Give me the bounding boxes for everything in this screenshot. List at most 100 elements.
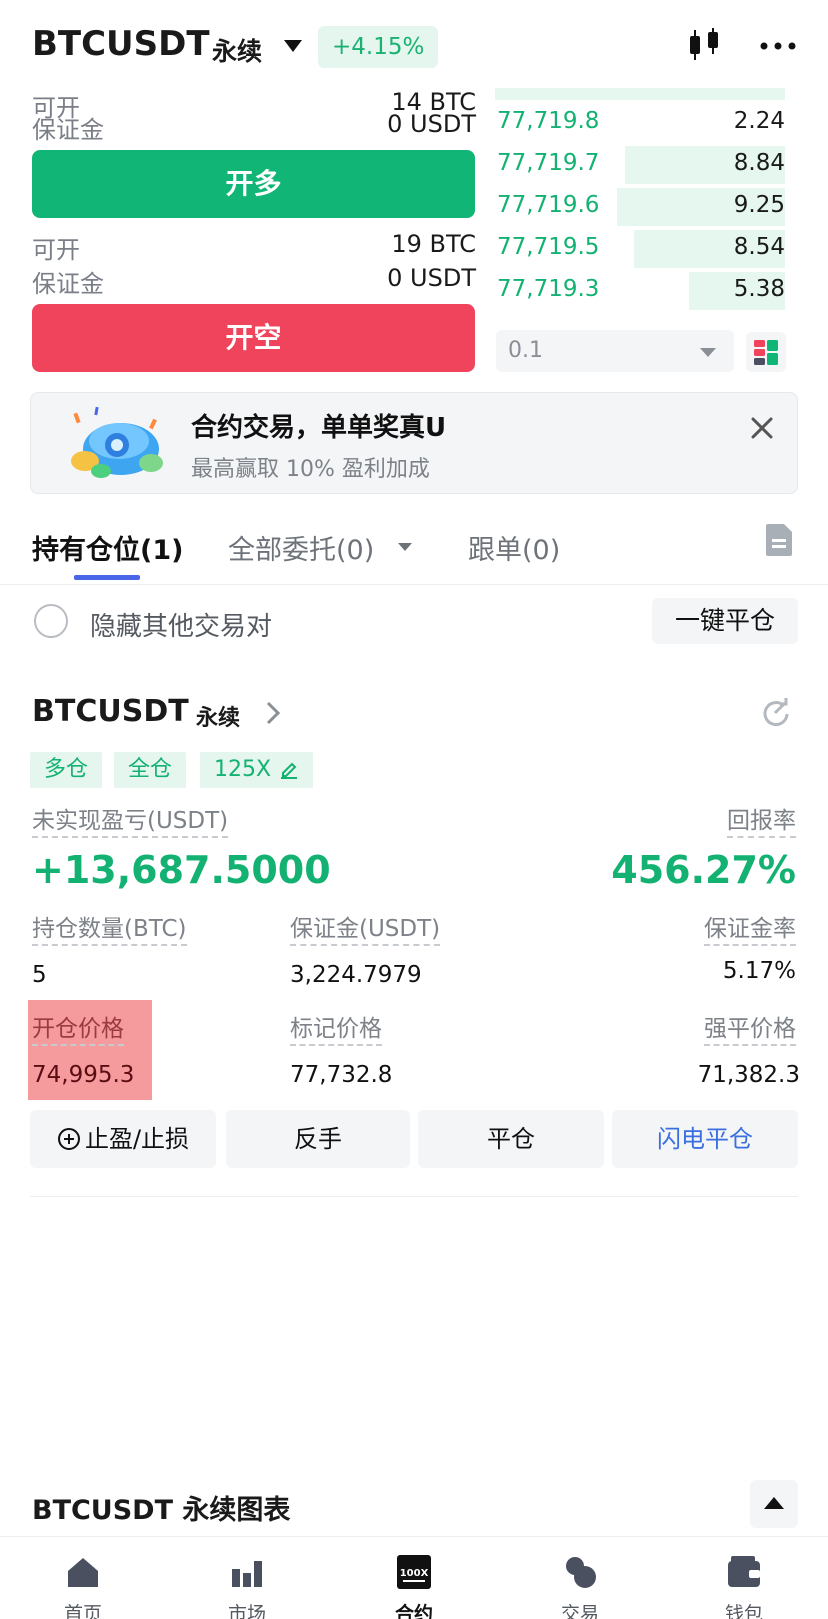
banner-title: 合约交易，单单奖真U [191, 413, 447, 443]
nav-home[interactable]: 首页 [13, 1537, 153, 1619]
liquidation-price-value: 71,382.3 [697, 1062, 800, 1088]
order-book-price: 77,719.8 [497, 108, 600, 134]
reverse-button[interactable]: 反手 [226, 1110, 410, 1168]
tab-positions[interactable]: 持有仓位(1) [32, 528, 183, 567]
leverage-value: 125X [214, 757, 272, 782]
open-short-button[interactable]: 开空 [32, 304, 475, 372]
nav-home-label: 首页 [63, 1603, 102, 1619]
more-options-icon[interactable] [758, 40, 798, 52]
roe-value: 456.27% [611, 848, 796, 892]
short-available-row: 可开 19 BTC [32, 230, 476, 264]
margin-label[interactable]: 保证金(USDT) [290, 914, 441, 946]
order-book-price: 77,719.7 [497, 150, 600, 176]
margin-value: 3,224.7979 [290, 962, 422, 988]
close-icon[interactable] [747, 413, 777, 443]
unrealized-pnl-value: +13,687.5000 [32, 848, 331, 892]
entry-price-label[interactable]: 开仓价格 [32, 1014, 124, 1046]
short-margin-label: 保证金 [32, 270, 104, 298]
margin-mode-tag: 全仓 [114, 752, 187, 788]
order-book-row[interactable]: 77,719.7 8.84 [495, 144, 785, 184]
long-margin-value: 0 USDT [387, 110, 476, 138]
tab-all-orders[interactable]: 全部委托(0) [228, 528, 374, 567]
order-book-qty: 9.25 [733, 192, 785, 218]
svg-text:100X: 100X [400, 1568, 429, 1579]
nav-futures-label: 合约 [394, 1603, 433, 1619]
roe-label[interactable]: 回报率 [727, 806, 796, 838]
futures-icon: 100X [397, 1555, 431, 1589]
nav-futures[interactable]: 100X 合约 [344, 1537, 484, 1619]
pair-title[interactable]: BTCUSDT [32, 24, 210, 64]
book-layout-icon[interactable] [746, 332, 786, 372]
flash-close-button[interactable]: 闪电平仓 [612, 1110, 798, 1168]
mark-price-value: 77,732.8 [290, 1062, 393, 1088]
nav-market-label: 市场 [227, 1603, 266, 1619]
precision-select[interactable]: 0.1 [496, 330, 734, 372]
contract-type-label[interactable]: 永续 [212, 32, 262, 68]
chevron-right-icon[interactable] [264, 700, 282, 726]
active-tab-indicator [74, 575, 140, 580]
short-available-label: 可开 [32, 236, 80, 264]
nav-trade[interactable]: 交易 [510, 1537, 650, 1619]
nav-market[interactable]: 市场 [177, 1537, 317, 1619]
promo-illustration-icon [71, 406, 163, 478]
market-icon [232, 1561, 262, 1587]
position-pair-title[interactable]: BTCUSDT [32, 694, 189, 729]
nav-trade-label: 交易 [560, 1603, 599, 1619]
document-icon[interactable] [764, 522, 794, 558]
trade-icon [566, 1557, 596, 1588]
precision-value: 0.1 [508, 338, 543, 363]
order-book-row[interactable]: 77,719.5 8.54 [495, 228, 785, 268]
chart-bar-title[interactable]: BTCUSDT 永续图表 [32, 1488, 290, 1527]
bottom-nav: 首页 市场 100X 合约 交易 钱包 [0, 1536, 828, 1619]
short-available-value: 19 BTC [391, 230, 476, 258]
share-icon[interactable] [760, 696, 792, 728]
short-margin-row: 保证金 0 USDT [32, 264, 476, 298]
order-book-qty: 2.24 [733, 108, 785, 134]
order-book-price: 77,719.3 [497, 276, 600, 302]
position-contract-type[interactable]: 永续 [196, 700, 240, 732]
hide-other-pairs-label[interactable]: 隐藏其他交易对 [90, 606, 272, 643]
entry-price-value: 74,995.3 [32, 1062, 135, 1088]
leverage-tag[interactable]: 125X [200, 752, 314, 788]
order-book-row[interactable]: 77,719.3 5.38 [495, 270, 785, 310]
edit-icon[interactable] [279, 759, 299, 779]
hide-other-pairs-radio[interactable] [34, 604, 68, 638]
promo-banner[interactable]: 合约交易，单单奖真U 最高赢取 10% 盈利加成 [30, 392, 798, 494]
close-position-button[interactable]: 平仓 [418, 1110, 604, 1168]
wallet-icon [728, 1556, 760, 1587]
order-book-price: 77,719.5 [497, 234, 600, 260]
order-book-qty: 5.38 [733, 276, 785, 302]
close-all-button[interactable]: 一键平仓 [652, 598, 798, 644]
open-long-button[interactable]: 开多 [32, 150, 475, 218]
order-book-qty: 8.84 [733, 150, 785, 176]
tab-copy-trading[interactable]: 跟单(0) [468, 528, 560, 567]
long-margin-row: 保证金 0 USDT [32, 110, 476, 144]
order-book-row[interactable]: 77,719.8 2.24 [495, 102, 785, 142]
liquidation-price-label[interactable]: 强平价格 [704, 1014, 796, 1046]
tpsl-label: 止盈/止损 [84, 1125, 190, 1153]
side-tag: 多仓 [30, 752, 103, 788]
unrealized-pnl-label[interactable]: 未实现盈亏(USDT) [32, 806, 229, 838]
nav-wallet[interactable]: 钱包 [674, 1537, 814, 1619]
expand-chart-button[interactable] [750, 1480, 798, 1528]
candlestick-chart-icon[interactable] [684, 26, 724, 66]
order-book-qty: 8.54 [733, 234, 785, 260]
margin-ratio-label[interactable]: 保证金率 [704, 914, 796, 946]
position-size-label[interactable]: 持仓数量(BTC) [32, 914, 187, 946]
short-margin-value: 0 USDT [387, 264, 476, 292]
card-divider [30, 1196, 798, 1197]
chevron-down-icon [700, 348, 716, 357]
order-book-row[interactable]: 77,719.6 9.25 [495, 186, 785, 226]
home-icon [68, 1558, 98, 1587]
price-change-badge: +4.15% [318, 26, 439, 68]
mark-price-label[interactable]: 标记价格 [290, 1014, 382, 1046]
long-margin-label: 保证金 [32, 116, 104, 144]
tabs-divider [0, 584, 828, 585]
top-bar: BTCUSDT 永续 +4.15% [0, 0, 828, 88]
chevron-down-icon[interactable] [398, 543, 412, 551]
banner-subtitle: 最高赢取 10% 盈利加成 [191, 457, 430, 482]
nav-wallet-label: 钱包 [724, 1603, 763, 1619]
tpsl-button[interactable]: 止盈/止损 [30, 1110, 216, 1168]
pair-dropdown-icon[interactable] [284, 40, 302, 52]
order-book-price: 77,719.6 [497, 192, 600, 218]
